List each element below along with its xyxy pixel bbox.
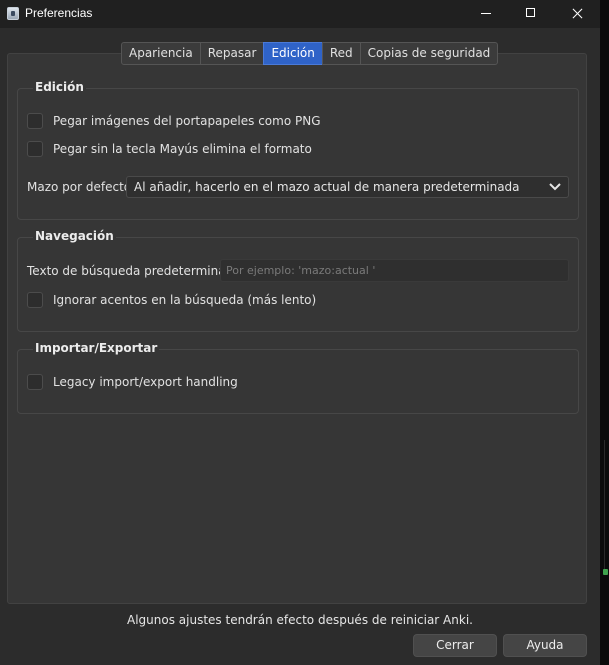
legacy-import-option[interactable]: Legacy import/export handling bbox=[27, 372, 238, 392]
legacy-import-checkbox[interactable] bbox=[27, 374, 43, 390]
preferences-window: Preferencias Edición Pegar imágenes del … bbox=[0, 0, 600, 665]
help-button[interactable]: Ayuda bbox=[503, 634, 587, 657]
paste-png-label: Pegar imágenes del portapapeles como PNG bbox=[53, 114, 321, 128]
ignore-accents-checkbox[interactable] bbox=[27, 292, 43, 308]
app-icon bbox=[7, 7, 19, 20]
tab-editing[interactable]: Edición bbox=[263, 42, 323, 65]
browsing-group: Navegación Texto de búsqueda predetermin… bbox=[17, 229, 579, 332]
tab-review[interactable]: Repasar bbox=[199, 42, 265, 65]
default-deck-label: Mazo por defecto bbox=[27, 180, 132, 194]
import-export-group: Importar/Exportar Legacy import/export h… bbox=[17, 341, 579, 414]
ignore-accents-label: Ignorar acentos en la búsqueda (más lent… bbox=[53, 293, 317, 307]
paste-png-checkbox[interactable] bbox=[27, 113, 43, 129]
default-search-input[interactable] bbox=[220, 259, 569, 282]
default-deck-dropdown[interactable]: Al añadir, hacerlo en el mazo actual de … bbox=[126, 176, 569, 198]
paste-strip-label: Pegar sin la tecla Mayús elimina el form… bbox=[53, 142, 312, 156]
import-export-group-title: Importar/Exportar bbox=[33, 341, 160, 355]
paste-strip-option[interactable]: Pegar sin la tecla Mayús elimina el form… bbox=[27, 139, 312, 159]
default-search-label: Texto de búsqueda predeterminado bbox=[27, 264, 241, 278]
browsing-group-title: Navegación bbox=[33, 229, 116, 243]
close-icon[interactable] bbox=[554, 0, 600, 28]
minimize-icon[interactable] bbox=[463, 0, 509, 28]
chevron-down-icon bbox=[549, 183, 561, 191]
window-title: Preferencias bbox=[25, 6, 93, 20]
legacy-import-label: Legacy import/export handling bbox=[53, 375, 238, 389]
restart-note: Algunos ajustes tendrán efecto después d… bbox=[127, 613, 473, 627]
close-button[interactable]: Cerrar bbox=[413, 634, 497, 657]
tab-network[interactable]: Red bbox=[321, 42, 361, 65]
tab-appearance[interactable]: Apariencia bbox=[121, 42, 201, 65]
tab-bar: Apariencia Repasar Edición Red Copias de… bbox=[121, 42, 499, 65]
paste-png-option[interactable]: Pegar imágenes del portapapeles como PNG bbox=[27, 111, 321, 131]
tab-backups[interactable]: Copias de seguridad bbox=[359, 42, 499, 65]
ignore-accents-option[interactable]: Ignorar acentos en la búsqueda (más lent… bbox=[27, 290, 316, 310]
default-deck-value: Al añadir, hacerlo en el mazo actual de … bbox=[134, 180, 520, 194]
tab-panel: Edición Pegar imágenes del portapapeles … bbox=[7, 53, 587, 604]
title-bar: Preferencias bbox=[0, 0, 600, 28]
editing-group-title: Edición bbox=[33, 80, 86, 94]
background-divider bbox=[604, 440, 605, 570]
editing-group: Edición Pegar imágenes del portapapeles … bbox=[17, 80, 579, 220]
background-indicator bbox=[603, 569, 608, 575]
paste-strip-checkbox[interactable] bbox=[27, 141, 43, 157]
maximize-icon[interactable] bbox=[508, 0, 554, 28]
